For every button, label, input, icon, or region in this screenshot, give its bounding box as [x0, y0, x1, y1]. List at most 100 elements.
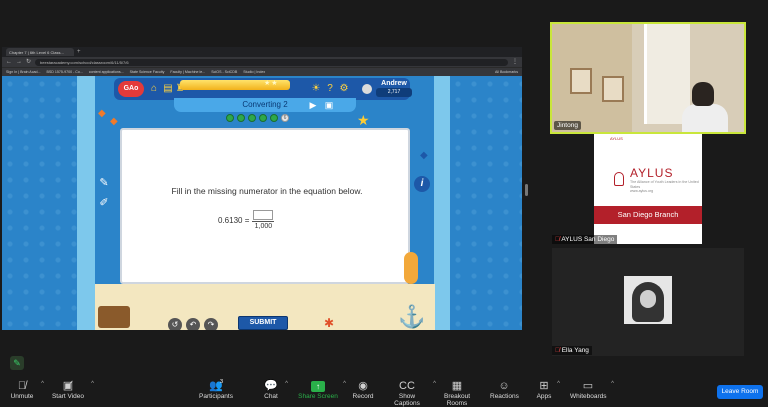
- address-bar[interactable]: beestaracademy.com/school/classroom/6/11…: [35, 58, 508, 66]
- reactions-button[interactable]: ☺ Reactions: [490, 379, 519, 400]
- play-icon[interactable]: ▶: [306, 98, 320, 112]
- participant-name: AYLUS San Diego: [561, 236, 615, 243]
- video-tile-jintong[interactable]: Jintong: [550, 22, 746, 134]
- window-shutter: [644, 24, 690, 124]
- apps-label: Apps: [536, 393, 552, 400]
- bookmark-item[interactable]: BSD 1575-9700 - Co...: [47, 70, 83, 74]
- bookmark-item[interactable]: Sign In | Brain Acad...: [6, 70, 41, 74]
- new-tab-icon[interactable]: +: [77, 48, 81, 56]
- apps-button[interactable]: ⊞ Apps ^: [536, 379, 560, 400]
- chevron-up-icon[interactable]: ^: [557, 381, 560, 387]
- reactions-label: Reactions: [490, 393, 519, 400]
- captions-button[interactable]: CC Show Captions ^: [386, 379, 436, 407]
- bookmark-item[interactable]: Studio | Index: [243, 70, 265, 74]
- game-logo[interactable]: GAo: [118, 81, 144, 97]
- mic-muted-icon: 🎙̸: [555, 236, 560, 243]
- step-dot: [226, 114, 234, 122]
- guide-icon[interactable]: ▣: [322, 98, 336, 112]
- aylus-tagline-text: The Alliance of Youth Leaders in the Uni…: [630, 180, 699, 189]
- fraction: 1,000: [252, 210, 275, 230]
- step-dot: [259, 114, 267, 122]
- start-video-button[interactable]: ▣̸ Start Video ^: [50, 379, 94, 400]
- participants-button[interactable]: 👥 3 Participants: [196, 379, 236, 400]
- breakout-rooms-button[interactable]: ▦ Breakout Rooms: [434, 379, 480, 407]
- video-tile-ella[interactable]: [552, 248, 744, 356]
- browser-tabbar: Chapter 7 | 6th Level 6 Class... +: [2, 47, 522, 57]
- breakout-rooms-icon: ▦: [451, 380, 463, 392]
- step-dot: [248, 114, 256, 122]
- chevron-up-icon[interactable]: ^: [343, 381, 346, 387]
- side-stripe: [77, 76, 95, 330]
- record-button[interactable]: ◉ Record: [352, 379, 374, 400]
- step-dot: [237, 114, 245, 122]
- stars-icon: ★★: [264, 80, 279, 87]
- chat-button[interactable]: 💬 Chat ^: [262, 379, 288, 400]
- all-bookmarks[interactable]: All Bookmarks: [495, 70, 518, 74]
- fraction-bar: [252, 221, 275, 222]
- step-dot: [270, 114, 278, 122]
- participant-name: Ella Yang: [561, 347, 589, 354]
- equation-left: 0.6130 =: [218, 215, 250, 225]
- record-label: Record: [352, 393, 374, 400]
- chevron-up-icon[interactable]: ^: [611, 381, 614, 387]
- bookmark-item[interactable]: content applications...: [89, 70, 124, 74]
- chat-label: Chat: [264, 393, 278, 400]
- unmute-button[interactable]: 🎙̸ Unmute ^: [8, 379, 44, 400]
- submit-button[interactable]: SUBMIT: [238, 316, 288, 330]
- participants-count: 3: [220, 379, 224, 385]
- chevron-up-icon[interactable]: ^: [91, 381, 94, 387]
- fish-icon: ◆: [110, 116, 118, 127]
- chevron-up-icon[interactable]: ^: [285, 381, 288, 387]
- fish-icon: ◆: [420, 150, 428, 161]
- video-tile-aylus[interactable]: AYLUS AYLUS The Alliance of Youth Leader…: [594, 134, 702, 244]
- share-screen-button[interactable]: ↑ Share Screen ^: [298, 379, 346, 400]
- crab-icon: ✱: [324, 316, 335, 330]
- panel-resize-handle[interactable]: [525, 184, 528, 196]
- browser-menu-icon[interactable]: ⋮: [512, 57, 518, 67]
- reactions-icon: ☺: [498, 380, 510, 392]
- info-icon[interactable]: i: [414, 176, 430, 192]
- unmute-label: Unmute: [10, 393, 34, 400]
- redo-icon[interactable]: ↷: [204, 318, 218, 330]
- record-icon: ◉: [358, 380, 368, 392]
- wall-frame: [602, 76, 624, 102]
- shared-screen: Chapter 7 | 6th Level 6 Class... + ← → ↻…: [2, 47, 522, 330]
- pencil-icon[interactable]: ✎: [96, 176, 112, 192]
- start-video-label: Start Video: [51, 393, 85, 400]
- chat-icon: 💬: [264, 380, 278, 392]
- reload-icon[interactable]: ↻: [26, 57, 31, 67]
- annotate-icon[interactable]: ✎: [10, 356, 24, 370]
- book-icon[interactable]: ▤: [162, 83, 174, 95]
- fish-icon: ◆: [98, 108, 106, 119]
- person-head: [692, 82, 714, 106]
- whiteboard-icon: ▭: [582, 380, 594, 392]
- eraser-icon[interactable]: ✐: [96, 196, 112, 212]
- mic-muted-icon: 🎙̸: [555, 347, 560, 354]
- whiteboards-button[interactable]: ▭ Whiteboards ^: [570, 379, 614, 400]
- rewind-icon[interactable]: ↶: [186, 318, 200, 330]
- help-icon[interactable]: ?: [324, 83, 336, 95]
- forward-icon[interactable]: →: [16, 57, 22, 67]
- browser-tab[interactable]: Chapter 7 | 6th Level 6 Class...: [6, 48, 74, 56]
- treasure-chest-icon: [98, 306, 130, 328]
- aylus-title: AYLUS: [630, 166, 674, 180]
- undo-icon[interactable]: ↺: [168, 318, 182, 330]
- step-dot-current: 6: [281, 114, 289, 122]
- user-avatar-icon[interactable]: [362, 84, 372, 94]
- chevron-up-icon[interactable]: ^: [41, 381, 44, 387]
- step-progress: 6: [226, 114, 289, 122]
- bookmark-item[interactable]: Faculty | Machine le...: [170, 70, 205, 74]
- lightbulb-icon[interactable]: ☀: [310, 83, 322, 95]
- back-icon[interactable]: ←: [6, 57, 12, 67]
- numerator-input[interactable]: [253, 210, 274, 220]
- bookmark-item[interactable]: State Science Faculty: [130, 70, 165, 74]
- game-topbar: GAo ⌂ ▤ ♜ ★★ ☀ ? ⚙ Andrew 2,717: [114, 78, 412, 100]
- home-icon[interactable]: ⌂: [148, 83, 160, 95]
- aylus-small-logo: AYLUS: [610, 136, 623, 141]
- leave-room-button[interactable]: Leave Room: [717, 385, 763, 399]
- whiteboards-label: Whiteboards: [570, 393, 607, 400]
- user-info: Andrew 2,717: [376, 79, 412, 97]
- aylus-tagline: The Alliance of Youth Leaders in the Uni…: [630, 180, 702, 194]
- bookmark-item[interactable]: SciOS - SciCDB: [211, 70, 237, 74]
- settings-icon[interactable]: ⚙: [338, 83, 350, 95]
